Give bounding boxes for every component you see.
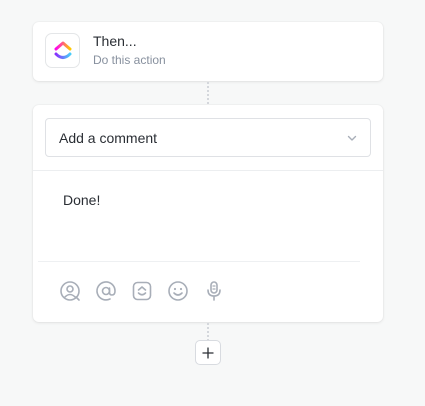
emoji-box-icon[interactable] [130,279,154,303]
connector-line [207,323,209,341]
assign-icon[interactable] [58,279,82,303]
action-type-select[interactable]: Add a comment [45,118,371,157]
then-title: Then... [93,33,137,49]
plus-icon [202,346,214,359]
smiley-icon[interactable] [166,279,190,303]
action-type-value: Add a comment [59,129,158,146]
add-step-button[interactable] [195,340,221,365]
microphone-icon[interactable] [202,279,226,303]
chevron-down-icon [347,135,357,141]
add-comment-action-card: Add a comment Done! [33,105,383,322]
comment-toolbar [58,279,226,303]
clickup-logo-icon [45,33,80,68]
mention-icon[interactable] [94,279,118,303]
comment-editor[interactable]: Done! [63,192,100,208]
divider [38,261,360,262]
connector-line [207,82,209,104]
automation-canvas: Then... Do this action Add a comment Don… [0,0,425,406]
divider [33,170,383,171]
then-action-header-card[interactable]: Then... Do this action [33,22,383,81]
then-subtitle: Do this action [93,53,166,67]
